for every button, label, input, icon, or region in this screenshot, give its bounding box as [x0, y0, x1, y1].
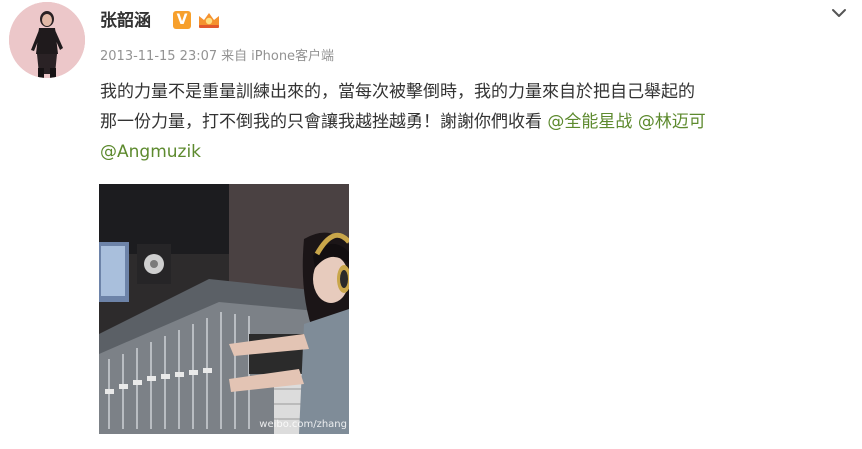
post-image[interactable]: weibo.com/zhang: [99, 184, 349, 434]
mention-link[interactable]: @Angmuzik: [100, 142, 201, 162]
image-watermark: weibo.com/zhang: [259, 419, 347, 430]
timestamp[interactable]: 2013-11-15 23:07: [100, 49, 217, 64]
mention-link[interactable]: @林迈可: [638, 112, 706, 132]
verified-v-icon: V: [173, 11, 191, 29]
source-app[interactable]: iPhone客户端: [251, 49, 334, 64]
member-level-icon[interactable]: [196, 10, 222, 30]
author-name[interactable]: 张韶涵: [100, 10, 151, 32]
post-text-line: 我的力量不是重量訓練出來的，當每次被擊倒時，我的力量來自於把自己舉起的: [100, 82, 695, 102]
avatar[interactable]: [9, 2, 85, 78]
post-text-fragment: 那一份力量，打不倒我的只會讓我越挫越勇！謝謝你們收看: [100, 112, 548, 132]
post-meta: 2013-11-15 23:07 来自 iPhone客户端: [100, 48, 338, 66]
chevron-down-icon[interactable]: [830, 4, 848, 22]
post-text-line: @Angmuzik: [100, 137, 850, 167]
post-text-line: 那一份力量，打不倒我的只會讓我越挫越勇！謝謝你們收看 @全能星战 @林迈可: [100, 107, 850, 137]
mention-link[interactable]: @全能星战: [547, 112, 632, 132]
source-prefix: 来自: [221, 49, 248, 64]
post-text: 我的力量不是重量訓練出來的，當每次被擊倒時，我的力量來自於把自己舉起的 那一份力…: [100, 77, 850, 167]
